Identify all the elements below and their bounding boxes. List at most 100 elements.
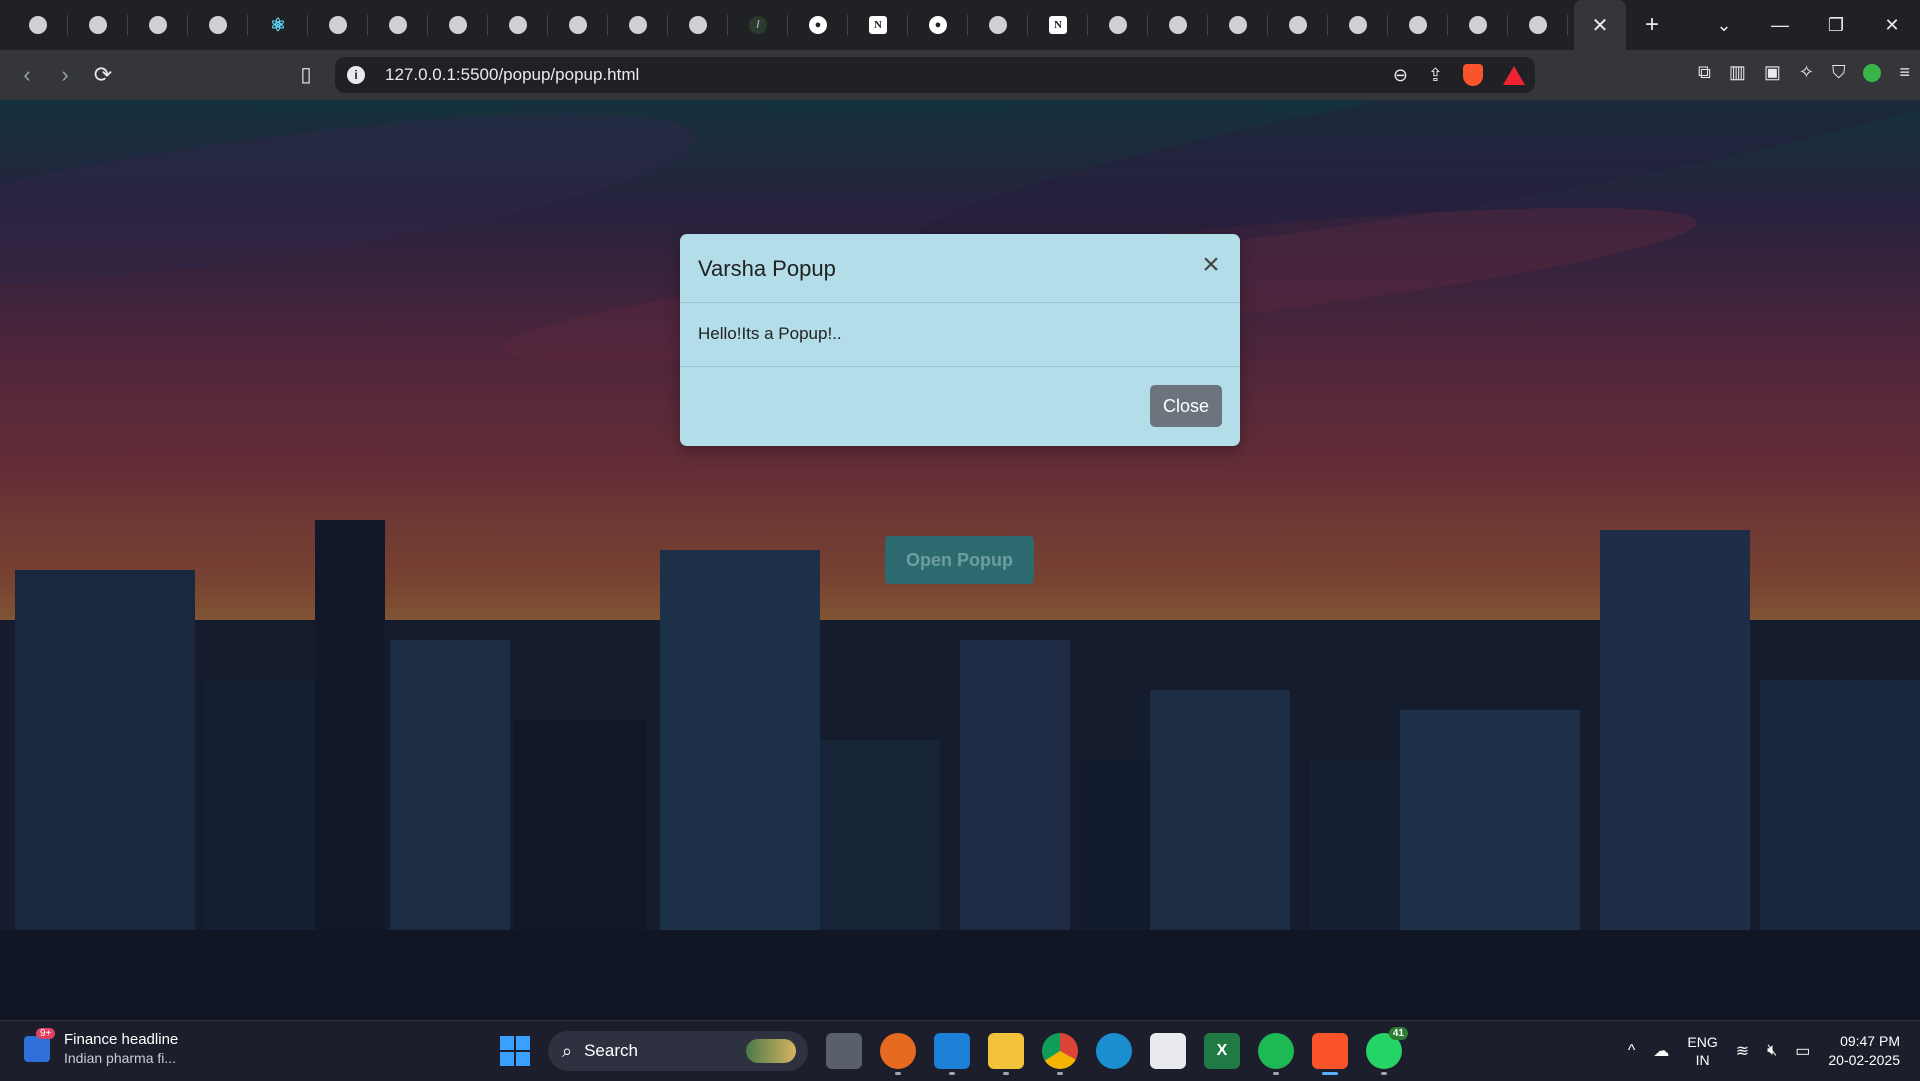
browser-tab[interactable] bbox=[1148, 0, 1208, 50]
github-icon: ● bbox=[929, 16, 947, 34]
tab-list: ⚛ / ● N ● N ✕ + bbox=[0, 0, 1672, 50]
notion-icon: N bbox=[1049, 16, 1067, 34]
news-widget[interactable]: 9+ Finance headline Indian pharma fi... bbox=[24, 1027, 178, 1066]
browser-tab[interactable] bbox=[1448, 0, 1508, 50]
globe-icon bbox=[1409, 16, 1427, 34]
browser-tab[interactable] bbox=[308, 0, 368, 50]
browser-tab[interactable] bbox=[668, 0, 728, 50]
taskbar-search[interactable]: ⌕ Search bbox=[548, 1031, 808, 1071]
globe-icon bbox=[1529, 16, 1547, 34]
close-window-button[interactable]: ✕ bbox=[1864, 15, 1920, 36]
news-widget-icon: 9+ bbox=[24, 1027, 56, 1062]
spotify-icon[interactable] bbox=[1258, 1033, 1294, 1075]
browser-tab[interactable] bbox=[1268, 0, 1328, 50]
share-icon[interactable]: ⇪ bbox=[1428, 65, 1443, 86]
start-button[interactable] bbox=[500, 1036, 530, 1066]
modal-title: Varsha Popup bbox=[698, 256, 836, 281]
profile-icon[interactable] bbox=[1863, 63, 1882, 82]
browser-tab[interactable] bbox=[428, 0, 488, 50]
firefox-icon[interactable] bbox=[880, 1033, 916, 1075]
browser-tab[interactable] bbox=[1328, 0, 1388, 50]
notion-icon: N bbox=[869, 16, 887, 34]
browser-tab[interactable]: ● bbox=[908, 0, 968, 50]
browser-tab[interactable] bbox=[608, 0, 668, 50]
back-button[interactable]: ‹ bbox=[8, 56, 46, 94]
modal-header: Varsha Popup × bbox=[680, 234, 1240, 303]
battery-icon[interactable]: ▭ bbox=[1795, 1041, 1810, 1061]
restore-button[interactable]: ❐ bbox=[1808, 15, 1864, 36]
vscode-icon[interactable] bbox=[934, 1033, 970, 1075]
active-browser-tab[interactable]: ✕ bbox=[1574, 0, 1626, 50]
address-bar[interactable]: i 127.0.0.1:5500/popup/popup.html ⊖ ⇪ bbox=[335, 57, 1535, 93]
globe-icon bbox=[689, 16, 707, 34]
wallet-icon[interactable]: ▣ bbox=[1764, 62, 1781, 83]
browser-tab[interactable] bbox=[1088, 0, 1148, 50]
modal-message: Hello!Its a Popup!.. bbox=[698, 324, 842, 343]
modal-body: Hello!Its a Popup!.. bbox=[680, 303, 1240, 367]
page-viewport: Open Popup Varsha Popup × Hello!Its a Po… bbox=[0, 100, 1920, 1020]
microsoft-store-icon[interactable] bbox=[1150, 1033, 1186, 1069]
forward-button[interactable]: › bbox=[46, 56, 84, 94]
modal-footer: Close bbox=[680, 367, 1240, 447]
whatsapp-icon[interactable]: 41 bbox=[1366, 1027, 1408, 1075]
browser-tab[interactable]: / bbox=[728, 0, 788, 50]
browser-tab[interactable] bbox=[1208, 0, 1268, 50]
modal-close-icon[interactable]: × bbox=[1196, 250, 1226, 280]
globe-icon bbox=[389, 16, 407, 34]
search-icon: ⌕ bbox=[562, 1040, 573, 1061]
search-highlight-art bbox=[746, 1039, 796, 1063]
browser-tab[interactable] bbox=[188, 0, 248, 50]
url-text[interactable]: 127.0.0.1:5500/popup/popup.html bbox=[385, 65, 639, 85]
globe-icon bbox=[1349, 16, 1367, 34]
edge-icon[interactable] bbox=[1096, 1033, 1132, 1069]
site-info-icon[interactable]: i bbox=[347, 66, 365, 84]
brave-icon[interactable] bbox=[1312, 1033, 1348, 1075]
browser-tab[interactable] bbox=[968, 0, 1028, 50]
bookmark-icon[interactable]: ▯ bbox=[294, 62, 318, 88]
language-indicator[interactable]: ENG IN bbox=[1687, 1033, 1717, 1069]
wifi-icon[interactable]: ≋ bbox=[1736, 1041, 1749, 1061]
reload-button[interactable]: ⟳ bbox=[84, 56, 122, 94]
region-code: IN bbox=[1695, 1052, 1710, 1068]
globe-icon bbox=[989, 16, 1007, 34]
chrome-icon[interactable] bbox=[1042, 1033, 1078, 1075]
chevron-up-icon[interactable]: ^ bbox=[1628, 1042, 1636, 1060]
file-explorer-icon[interactable] bbox=[988, 1033, 1024, 1075]
browser-tab[interactable] bbox=[368, 0, 428, 50]
excel-icon[interactable]: X bbox=[1204, 1033, 1240, 1069]
brave-shields-icon[interactable] bbox=[1463, 64, 1483, 86]
browser-tab[interactable] bbox=[1508, 0, 1568, 50]
zoom-icon[interactable]: ⊖ bbox=[1393, 65, 1408, 86]
onedrive-icon[interactable]: ☁ bbox=[1653, 1041, 1669, 1061]
minimize-button[interactable]: — bbox=[1752, 15, 1808, 36]
browser-tab[interactable] bbox=[68, 0, 128, 50]
task-view-icon[interactable] bbox=[826, 1033, 862, 1069]
menu-icon[interactable]: ≡ bbox=[1899, 62, 1910, 83]
browser-tab[interactable] bbox=[1388, 0, 1448, 50]
vpn-shield-icon[interactable]: ⛉ bbox=[1832, 62, 1846, 83]
tab-close-icon[interactable]: ✕ bbox=[1592, 13, 1609, 38]
search-label: Search bbox=[584, 1041, 638, 1060]
browser-tab[interactable] bbox=[548, 0, 608, 50]
leo-ai-icon[interactable]: ✧ bbox=[1799, 62, 1814, 83]
sidebar-icon[interactable]: ▥ bbox=[1729, 62, 1746, 83]
globe-icon bbox=[1469, 16, 1487, 34]
browser-tab[interactable]: N bbox=[848, 0, 908, 50]
browser-tab[interactable] bbox=[488, 0, 548, 50]
modal-close-button[interactable]: Close bbox=[1150, 385, 1222, 427]
browser-tab[interactable]: ● bbox=[788, 0, 848, 50]
globe-icon bbox=[569, 16, 587, 34]
browser-tab[interactable]: N bbox=[1028, 0, 1088, 50]
extensions-icon[interactable]: ⧉ bbox=[1698, 62, 1711, 83]
open-popup-button[interactable]: Open Popup bbox=[885, 536, 1034, 584]
browser-tab[interactable] bbox=[8, 0, 68, 50]
brave-rewards-icon[interactable] bbox=[1503, 65, 1525, 85]
clock[interactable]: 09:47 PM 20-02-2025 bbox=[1828, 1032, 1900, 1070]
new-tab-button[interactable]: + bbox=[1632, 5, 1672, 45]
tab-search-icon[interactable]: ⌄ bbox=[1696, 15, 1752, 36]
browser-tab[interactable]: ⚛ bbox=[248, 0, 308, 50]
react-icon: ⚛ bbox=[269, 14, 287, 35]
browser-tab[interactable] bbox=[128, 0, 188, 50]
volume-muted-icon[interactable]: 🔇︎ bbox=[1767, 1042, 1777, 1060]
language-code: ENG bbox=[1687, 1034, 1718, 1050]
